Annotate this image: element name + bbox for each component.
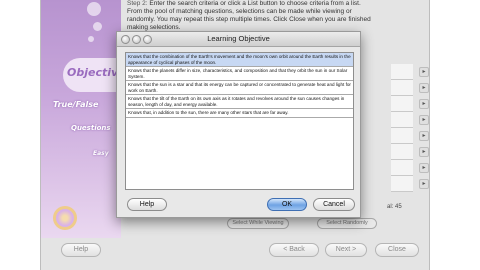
total-count-label: al: 45 [387, 204, 402, 210]
list-arrow-icon[interactable]: ▸ [419, 99, 429, 109]
criteria-row[interactable]: ▸ [391, 160, 429, 176]
left-decor-panel: Objective True/False Questions Easy [41, 0, 121, 238]
criteria-row[interactable]: ▸ [391, 112, 429, 128]
step-label: Step 2: [127, 0, 148, 7]
objective-item[interactable]: Knows that the combination of the Earth'… [126, 53, 353, 67]
ok-button[interactable]: OK [267, 198, 307, 211]
list-arrow-icon[interactable]: ▸ [419, 67, 429, 77]
bubble-decor [88, 36, 94, 42]
criteria-row[interactable]: ▸ [391, 80, 429, 96]
swirl-logo-icon [53, 206, 77, 230]
criteria-row[interactable]: ▸ [391, 176, 429, 192]
criteria-list: ▸ ▸ ▸ ▸ ▸ ▸ ▸ ▸ [391, 64, 429, 208]
list-arrow-icon[interactable]: ▸ [419, 115, 429, 125]
wizard-help-button[interactable]: Help [61, 243, 101, 257]
objective-list: Knows that the combination of the Earth'… [125, 52, 354, 190]
list-arrow-icon[interactable]: ▸ [419, 83, 429, 93]
next-button[interactable]: Next > [325, 243, 367, 257]
questions-word: Questions [71, 124, 111, 132]
criteria-row[interactable]: ▸ [391, 128, 429, 144]
select-randomly-button[interactable]: Select Randomly [317, 218, 377, 229]
list-arrow-icon[interactable]: ▸ [419, 131, 429, 141]
objective-item[interactable]: Knows that the planets differ in size, c… [126, 67, 353, 81]
dialog-titlebar: Learning Objective [117, 32, 360, 47]
easy-word: Easy [93, 150, 109, 157]
step-instructions: Step 2: Enter the search criteria or cli… [127, 0, 377, 32]
list-arrow-icon[interactable]: ▸ [419, 147, 429, 157]
back-button[interactable]: < Back [269, 243, 319, 257]
dialog-title: Learning Objective [207, 34, 270, 43]
list-arrow-icon[interactable]: ▸ [419, 179, 429, 189]
bubble-decor [87, 2, 101, 16]
criteria-row[interactable]: ▸ [391, 144, 429, 160]
close-button[interactable]: Close [375, 243, 419, 257]
bubble-decor [93, 22, 102, 31]
step-description: Enter the search criteria or click a Lis… [127, 0, 371, 31]
learning-objective-dialog: Learning Objective Knows that the combin… [116, 31, 361, 218]
objective-item[interactable]: Knows that the tilt of the Earth on its … [126, 95, 353, 109]
objective-item[interactable]: Knows that, in addition to the sun, ther… [126, 109, 353, 118]
cancel-button[interactable]: Cancel [313, 198, 355, 211]
criteria-row[interactable]: ▸ [391, 64, 429, 80]
objective-item[interactable]: Knows that the sun is a star and that it… [126, 81, 353, 95]
true-false-word: True/False [53, 100, 99, 109]
dialog-help-button[interactable]: Help [127, 198, 167, 211]
select-while-viewing-button[interactable]: Select While Viewing [227, 218, 289, 229]
criteria-row[interactable]: ▸ [391, 96, 429, 112]
list-arrow-icon[interactable]: ▸ [419, 163, 429, 173]
objective-word: Objective [67, 66, 121, 79]
